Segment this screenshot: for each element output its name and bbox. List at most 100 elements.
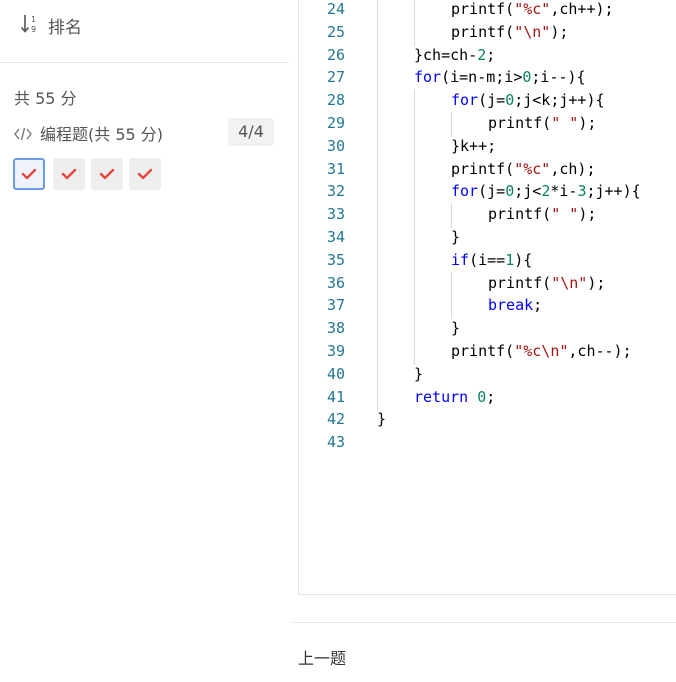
- line-number: 38: [326, 319, 345, 338]
- line-number: 40: [326, 364, 345, 383]
- code-line: 40}: [299, 362, 676, 388]
- indent-guide: [414, 294, 415, 320]
- line-number: 36: [326, 273, 345, 292]
- code-line: 24 printf("%c",ch++);: [299, 0, 676, 23]
- indent-guide: [377, 180, 378, 206]
- indent-guide: [414, 340, 415, 365]
- indent-guide: [377, 43, 378, 69]
- section-progress-badge: 4/4: [228, 118, 274, 146]
- indent-guide: [377, 134, 378, 160]
- code-line: 34}: [299, 226, 676, 251]
- indent-guide: [377, 112, 378, 137]
- line-number: 31: [326, 159, 345, 178]
- indent-guide: [377, 226, 378, 251]
- rank-label: 排名: [48, 18, 82, 38]
- line-number: 29: [326, 114, 345, 132]
- code-line: 33 printf(" ");: [299, 203, 676, 229]
- indent-guide: [414, 134, 415, 160]
- code-line: 39 printf("%c\n",ch--);: [299, 340, 676, 365]
- line-number: 42: [326, 410, 345, 429]
- answer-item-3[interactable]: [91, 158, 123, 190]
- indent-guide: [414, 226, 415, 251]
- indent-guide: [377, 248, 378, 274]
- indent-guide: [377, 66, 378, 92]
- code-line: 28 for(j=0;j<k;j++){: [299, 89, 676, 115]
- indent-guide: [377, 362, 378, 388]
- indent-guide: [377, 89, 378, 115]
- code-viewer[interactable]: 24 printf("%c",ch++); 25 printf("\n"); 26 }ch…: [298, 0, 676, 595]
- line-number: 34: [326, 228, 345, 246]
- indent-guide: [414, 157, 415, 183]
- code-text: printf(" ");: [488, 205, 597, 224]
- indent-guide: [377, 385, 378, 411]
- line-number: 24: [326, 0, 345, 18]
- indent-guide: [414, 112, 415, 137]
- question-nav-bar: 上一题: [292, 622, 676, 682]
- indent-guide: [377, 20, 378, 46]
- indent-guide: [377, 271, 378, 297]
- section-label: 编程题(共 55 分): [40, 125, 164, 144]
- prev-question-button[interactable]: 上一题: [298, 645, 346, 669]
- code-text: }ch=ch-2;: [414, 45, 496, 64]
- indent-guide: [377, 294, 378, 320]
- code-text: printf("\n");: [451, 22, 569, 41]
- code-line: 43: [299, 433, 676, 456]
- code-text: return 0;: [414, 387, 496, 406]
- line-number: 30: [326, 136, 345, 155]
- answer-item-2[interactable]: [53, 158, 85, 190]
- code-line: 37 break;: [299, 294, 676, 320]
- code-line: 25 printf("\n");: [299, 20, 676, 46]
- code-text: if(i==1){: [451, 250, 533, 269]
- line-number: 43: [326, 433, 345, 452]
- svg-text:1: 1: [31, 15, 36, 24]
- code-text: }: [377, 410, 387, 429]
- check-icon: [99, 168, 115, 180]
- indent-guide: [414, 180, 415, 206]
- answer-item-1[interactable]: [13, 158, 45, 190]
- rank-row[interactable]: 1 9 排名: [0, 0, 289, 63]
- code-line: 36 printf("\n");: [299, 271, 676, 297]
- indent-guide: [414, 89, 415, 115]
- code-line: 41 return 0;: [299, 385, 676, 411]
- indent-guide: [377, 317, 378, 343]
- line-number: 35: [326, 250, 345, 269]
- code-text: printf("%c",ch);: [451, 159, 596, 178]
- code-text: printf("\n");: [488, 273, 606, 292]
- code-text: printf(" ");: [488, 114, 597, 132]
- line-number: 28: [326, 91, 345, 110]
- line-number: 27: [326, 68, 345, 87]
- indent-guide: [414, 203, 415, 229]
- code-text: }: [451, 228, 461, 246]
- line-number: 41: [326, 387, 345, 406]
- code-line: 29 printf(" ");: [299, 112, 676, 137]
- svg-text:9: 9: [31, 25, 36, 34]
- indent-guide: [451, 271, 452, 297]
- code-line: 31 printf("%c",ch);: [299, 157, 676, 183]
- answer-item-4[interactable]: [129, 158, 161, 190]
- line-number: 33: [326, 205, 345, 224]
- code-line: 32 for(j=0;j<2*i-3;j++){: [299, 180, 676, 206]
- line-number: 26: [326, 45, 345, 64]
- line-number: 37: [326, 296, 345, 315]
- indent-guide: [414, 248, 415, 274]
- code-icon: [14, 126, 32, 141]
- indent-guide: [377, 157, 378, 183]
- indent-guide: [414, 317, 415, 343]
- total-score: 共 55 分: [14, 89, 77, 108]
- line-number: 39: [326, 342, 345, 360]
- line-number: 25: [326, 22, 345, 41]
- section-programming[interactable]: 编程题(共 55 分) 4/4: [12, 118, 274, 146]
- code-text: for(i=n-m;i>0;i--){: [414, 68, 586, 87]
- indent-guide: [414, 0, 415, 23]
- code-text: break;: [488, 296, 543, 315]
- code-text: for(j=0;j<k;j++){: [451, 91, 605, 110]
- indent-guide: [377, 340, 378, 365]
- indent-guide: [377, 0, 378, 23]
- code-line: 30 }k++;: [299, 134, 676, 160]
- check-icon: [137, 168, 153, 180]
- code-text: for(j=0;j<2*i-3;j++){: [451, 182, 641, 201]
- line-number: 32: [326, 182, 345, 201]
- code-text: }k++;: [451, 136, 497, 155]
- code-text: printf("%c",ch++);: [451, 0, 614, 18]
- indent-guide: [451, 112, 452, 137]
